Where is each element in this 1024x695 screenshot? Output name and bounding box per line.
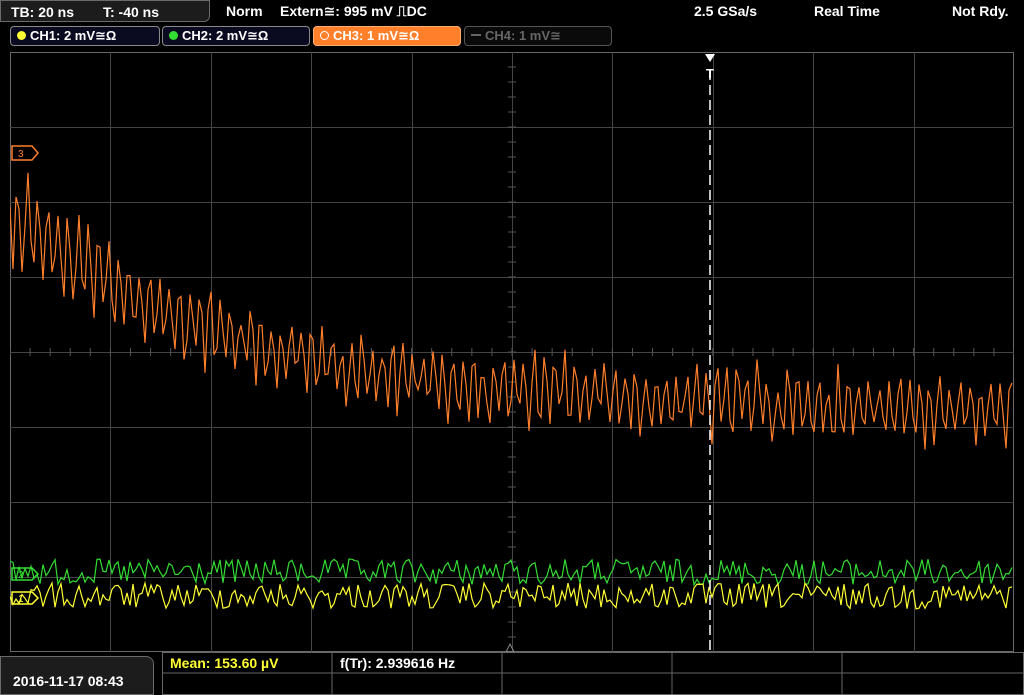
trigger-source[interactable]: Extern≅: 995 mV ⎍DC: [280, 3, 427, 20]
trigger-marker-label: T: [706, 66, 714, 81]
ch3-trace: [9, 172, 1013, 450]
measurement-bar: 2016-11-17 08:43 Mean: 153.60 µV f(Tr): …: [0, 652, 1024, 695]
ch1-trace: [9, 580, 1013, 610]
status-bar: TB: 20 ns T: -40 ns Norm Extern≅: 995 mV…: [0, 0, 1024, 24]
ch3-ground-label: 3: [18, 149, 24, 160]
acquisition-type: Real Time: [814, 3, 880, 19]
ch3-label: CH3: 1 mV≅Ω: [333, 28, 420, 43]
acquisition-mode[interactable]: Norm: [226, 3, 263, 19]
channel-tab-ch3[interactable]: CH3: 1 mV≅Ω: [313, 26, 461, 46]
ch3-ground-marker[interactable]: 3: [11, 145, 39, 161]
mean-measurement[interactable]: Mean: 153.60 µV: [170, 655, 278, 671]
sample-rate: 2.5 GSa/s: [694, 3, 758, 19]
timebase-value: TB: 20 ns: [11, 4, 75, 20]
ch3-color-dot: [320, 31, 329, 40]
timebase-panel[interactable]: TB: 20 ns T: -40 ns: [0, 0, 210, 22]
ch1-label: CH1: 2 mV≅Ω: [30, 28, 117, 43]
channel-tab-ch4[interactable]: CH4: 1 mV≅: [464, 26, 612, 46]
datetime-panel: 2016-11-17 08:43: [0, 656, 154, 695]
measurement-table: [162, 652, 1024, 695]
channel-tab-ch2[interactable]: CH2: 2 mV≅Ω: [162, 26, 310, 46]
ch2-ground-label: 2: [18, 570, 24, 581]
channel-tab-ch1[interactable]: CH1: 2 mV≅Ω: [10, 26, 160, 46]
ch4-label: CH4: 1 mV≅: [485, 28, 561, 43]
ch2-trace: [9, 557, 1013, 587]
run-status: Not Rdy.: [952, 3, 1009, 19]
ch2-label: CH2: 2 mV≅Ω: [182, 28, 269, 43]
frequency-measurement[interactable]: f(Tr): 2.939616 Hz: [340, 655, 455, 671]
waveform-display[interactable]: T 3 2 1: [9, 51, 1015, 653]
waveform-area[interactable]: T 3 2 1: [9, 51, 1015, 653]
datetime: 2016-11-17 08:43: [13, 673, 124, 689]
ch2-color-dot: [169, 31, 178, 40]
ch4-off-icon: [471, 34, 481, 36]
ch1-color-dot: [17, 31, 26, 40]
ch1-ground-label: 1: [18, 594, 24, 605]
trigger-time-value: T: -40 ns: [103, 4, 160, 20]
channel-tabs: CH1: 2 mV≅Ω CH2: 2 mV≅Ω CH3: 1 mV≅Ω CH4:…: [0, 26, 1024, 48]
